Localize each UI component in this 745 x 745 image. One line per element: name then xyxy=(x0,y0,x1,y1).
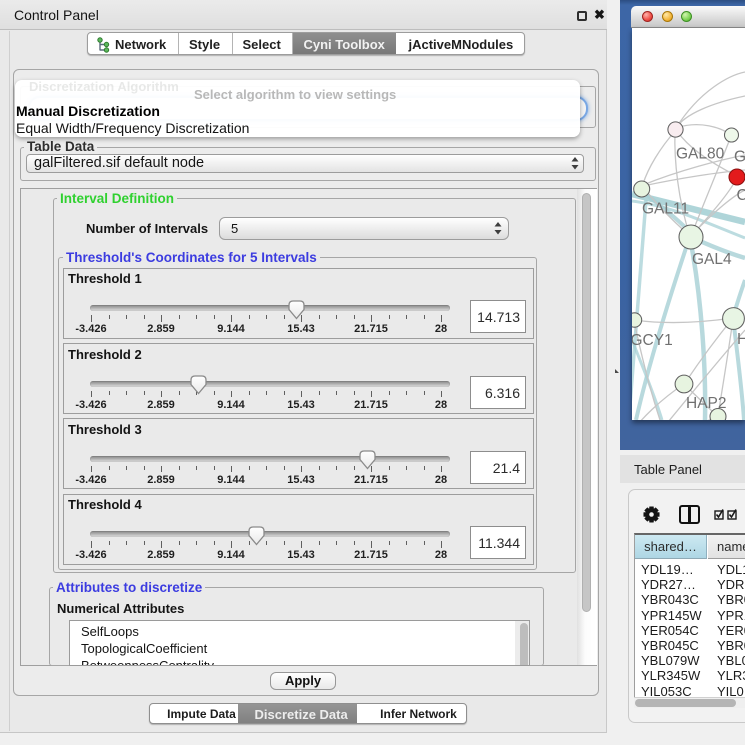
svg-text:HAP2: HAP2 xyxy=(686,395,727,412)
svg-text:GCY1: GCY1 xyxy=(632,332,673,349)
svg-text:H: H xyxy=(737,331,745,348)
svg-text:GAL4: GAL4 xyxy=(692,251,732,268)
svg-text:CY: CY xyxy=(737,187,745,204)
svg-text:GAL80: GAL80 xyxy=(676,146,725,163)
svg-text:GAL11: GAL11 xyxy=(642,201,689,218)
svg-text:GAL: GAL xyxy=(734,149,745,166)
